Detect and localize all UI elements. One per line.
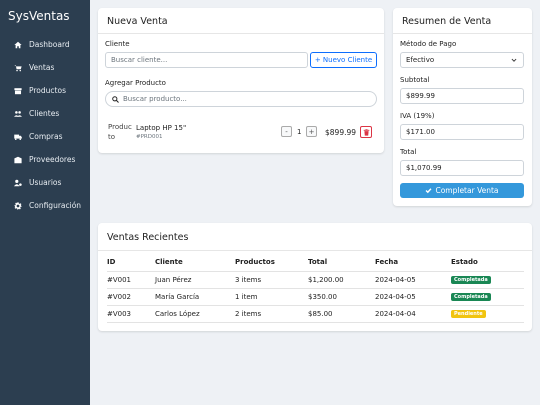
cliente-label: Cliente	[105, 40, 130, 48]
col-id: ID	[107, 258, 116, 267]
truck-icon	[13, 132, 23, 142]
sidebar-item-label: Dashboard	[29, 40, 70, 49]
sidebar-item-proveedores[interactable]: Proveedores	[0, 148, 90, 171]
sidebar-item-label: Usuarios	[29, 178, 62, 187]
cell-productos: 3 items	[235, 270, 308, 288]
product-image-alt: Producto	[108, 123, 132, 141]
sidebar-item-label: Clientes	[29, 109, 60, 118]
col-fecha: Fecha	[375, 258, 399, 267]
ventas-table: ID Cliente Productos Total Fecha Estado …	[107, 254, 524, 323]
col-total: Total	[308, 258, 328, 267]
chevron-down-icon	[511, 58, 517, 62]
status-badge: Completada	[451, 276, 491, 284]
status-badge: Pendiente	[451, 310, 486, 318]
product-image: Producto	[108, 122, 132, 144]
table-header-row: ID Cliente Productos Total Fecha Estado	[107, 254, 524, 271]
cell-id: #V003	[107, 304, 155, 323]
delete-item-button[interactable]	[360, 126, 372, 138]
nueva-venta-title: Nueva Venta	[98, 8, 384, 34]
trash-icon	[363, 128, 369, 136]
agregar-producto-label: Agregar Producto	[105, 79, 166, 87]
home-icon	[13, 40, 23, 50]
sidebar-item-usuarios[interactable]: Usuarios	[0, 171, 90, 194]
sidebar-item-label: Compras	[29, 132, 63, 141]
total-label: Total	[400, 148, 417, 156]
col-estado: Estado	[451, 258, 478, 267]
sidebar-item-label: Productos	[29, 86, 66, 95]
metodo-pago-value: Efectivo	[406, 56, 435, 64]
metodo-pago-label: Método de Pago	[400, 40, 457, 48]
table-row[interactable]: #V002 María García 1 item $350.00 2024-0…	[107, 287, 524, 305]
cell-cliente: Juan Pérez	[155, 270, 235, 288]
ventas-recientes-title: Ventas Recientes	[98, 223, 532, 251]
producto-search-placeholder: Buscar producto...	[123, 95, 187, 103]
col-productos: Productos	[235, 258, 275, 267]
cell-total: $350.00	[308, 287, 375, 305]
subtotal-field: $899.99	[400, 88, 524, 104]
product-sku: #PRD001	[136, 134, 163, 140]
cell-cliente: María García	[155, 287, 235, 305]
sidebar: SysVentas Dashboard Ventas Productos Cli…	[0, 0, 90, 405]
subtotal-label: Subtotal	[400, 76, 430, 84]
user-cog-icon	[13, 178, 23, 188]
metodo-pago-select[interactable]: Efectivo	[400, 52, 524, 68]
ventas-recientes-card: Ventas Recientes ID Cliente Productos To…	[98, 223, 532, 331]
sidebar-item-label: Proveedores	[29, 155, 76, 164]
sidebar-item-label: Ventas	[29, 63, 55, 72]
box-icon	[13, 86, 23, 96]
search-icon	[112, 95, 119, 103]
completar-venta-button[interactable]: Completar Venta	[400, 183, 524, 198]
producto-search-input[interactable]: Buscar producto...	[105, 91, 377, 107]
quantity-plus-button[interactable]: +	[306, 126, 317, 137]
gear-icon	[13, 201, 23, 211]
cell-fecha: 2024-04-04	[375, 304, 451, 323]
completar-venta-label: Completar Venta	[435, 186, 499, 195]
cart-icon	[13, 63, 23, 73]
cell-cliente: Carlos López	[155, 304, 235, 323]
sidebar-item-compras[interactable]: Compras	[0, 125, 90, 148]
product-name: Laptop HP 15"	[136, 124, 187, 132]
check-icon	[426, 188, 432, 194]
sidebar-item-dashboard[interactable]: Dashboard	[0, 33, 90, 56]
table-row[interactable]: #V001 Juan Pérez 3 items $1,200.00 2024-…	[107, 270, 524, 288]
cell-fecha: 2024-04-05	[375, 270, 451, 288]
cell-total: $1,200.00	[308, 270, 375, 288]
total-field: $1,070.99	[400, 160, 524, 176]
resumen-title: Resumen de Venta	[393, 8, 532, 34]
cell-fecha: 2024-04-05	[375, 287, 451, 305]
sidebar-item-configuracion[interactable]: Configuración	[0, 194, 90, 217]
sidebar-item-clientes[interactable]: Clientes	[0, 102, 90, 125]
users-icon	[13, 109, 23, 119]
quantity-minus-button[interactable]: -	[281, 126, 292, 137]
cliente-search-input[interactable]: Buscar cliente...	[105, 52, 308, 68]
sidebar-item-ventas[interactable]: Ventas	[0, 56, 90, 79]
quantity-value[interactable]: 1	[297, 128, 301, 136]
col-cliente: Cliente	[155, 258, 183, 267]
cell-total: $85.00	[308, 304, 375, 323]
cell-productos: 1 item	[235, 287, 308, 305]
sidebar-item-label: Configuración	[29, 201, 82, 210]
status-badge: Completada	[451, 293, 491, 301]
sidebar-item-productos[interactable]: Productos	[0, 79, 90, 102]
iva-field: $171.00	[400, 124, 524, 140]
cell-id: #V001	[107, 270, 155, 288]
product-price: $899.99	[325, 128, 357, 137]
cell-id: #V002	[107, 287, 155, 305]
resumen-venta-card: Resumen de Venta Método de Pago Efectivo…	[393, 8, 532, 206]
cell-productos: 2 items	[235, 304, 308, 323]
nuevo-cliente-button[interactable]: + Nuevo Cliente	[310, 52, 377, 68]
nueva-venta-card: Nueva Venta Cliente Buscar cliente... + …	[98, 8, 384, 153]
iva-label: IVA (19%)	[400, 112, 435, 120]
brand-title: SysVentas	[8, 9, 70, 23]
warehouse-icon	[13, 155, 23, 165]
table-row[interactable]: #V003 Carlos López 2 items $85.00 2024-0…	[107, 304, 524, 323]
